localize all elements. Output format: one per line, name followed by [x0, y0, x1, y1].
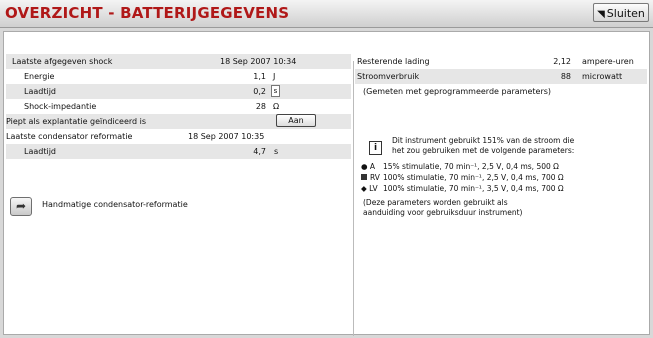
shock-impedance-value: 28: [255, 102, 266, 111]
last-reform-row: Laatste condensator reformatie 18 Sep 20…: [6, 129, 351, 144]
window-title: OVERZICHT - BATTERIJGEGEVENS: [5, 4, 290, 22]
close-button[interactable]: ◥ Sluiten: [593, 3, 649, 22]
param-rv-row: RV 100% stimulatie, 70 min⁻¹, 2,5 V, 0,4 …: [361, 173, 564, 183]
param-lv-text: 100% stimulatie, 70 min⁻¹, 3,5 V, 0,4 ms…: [383, 184, 564, 193]
charge-time-row: Laadtijd 0,2 s: [6, 84, 351, 99]
param-a-text: 15% stimulatie, 70 min⁻¹, 2,5 V, 0,4 ms,…: [383, 162, 559, 171]
current-drain-value: 88: [560, 72, 571, 81]
arrow-right-icon: ➦: [15, 199, 27, 213]
battery-overview-panel: Laatste afgegeven shock 18 Sep 2007 10:3…: [3, 31, 650, 336]
energy-label: Energie: [24, 72, 55, 81]
reform-charge-time-label: Laadtijd: [24, 147, 56, 156]
charge-time-value: 0,2: [253, 87, 266, 96]
reform-charge-time-value: 4,7: [253, 147, 266, 156]
measured-note-row: (Gemeten met geprogrammeerde parameters): [355, 84, 647, 99]
footnote-line-2: aanduiding voor gebruiksduur instrument): [363, 208, 523, 217]
current-drain-unit: microwatt: [582, 72, 623, 81]
square-marker-icon: [361, 174, 367, 180]
beep-row: Piept als explantatie geïndiceerd is Aan: [6, 114, 351, 129]
current-drain-label: Stroomverbruik: [357, 72, 420, 81]
last-reform-label: Laatste condensator reformatie: [6, 132, 133, 141]
energy-row: Energie 1,1 J: [6, 69, 351, 84]
measured-note: (Gemeten met geprogrammeerde parameters): [363, 87, 552, 96]
energy-unit: J: [273, 72, 276, 81]
info-line-1: Dit instrument gebruikt 151% van de stro…: [392, 136, 575, 145]
last-reform-value: 18 Sep 2007 10:35: [188, 132, 265, 141]
close-button-label: Sluiten: [606, 7, 645, 20]
info-icon: i: [369, 141, 382, 155]
shock-impedance-row: Shock-impedantie 28 Ω: [6, 99, 351, 114]
param-rv-text: 100% stimulatie, 70 min⁻¹, 2,5 V, 0,4 ms…: [383, 173, 564, 182]
column-divider: [353, 61, 354, 336]
shock-impedance-label: Shock-impedantie: [24, 102, 97, 111]
reform-charge-time-row: Laadtijd 4,7 s: [6, 144, 351, 159]
last-shock-value: 18 Sep 2007 10:34: [220, 57, 297, 66]
param-a-marker: ● A: [361, 162, 376, 171]
charge-time-unit: s: [271, 85, 280, 97]
remaining-charge-label: Resterende lading: [357, 57, 430, 66]
manual-reform-label: Handmatige condensator-reformatie: [42, 200, 188, 209]
beep-toggle-button[interactable]: Aan: [276, 114, 316, 127]
param-a-row: ● A 15% stimulatie, 70 min⁻¹, 2,5 V, 0,4 …: [361, 162, 559, 172]
beep-label: Piept als explantatie geïndiceerd is: [6, 117, 147, 126]
remaining-charge-unit: ampere-uren: [582, 57, 634, 66]
title-bar: OVERZICHT - BATTERIJGEGEVENS ◥ Sluiten: [0, 0, 653, 28]
param-lv-marker: ◆ LV: [361, 184, 378, 193]
last-shock-label: Laatste afgegeven shock: [12, 57, 113, 66]
param-rv-marker: RV: [370, 173, 380, 182]
remaining-charge-value: 2,12: [553, 57, 571, 66]
param-lv-row: ◆ LV 100% stimulatie, 70 min⁻¹, 3,5 V, 0,…: [361, 184, 564, 194]
info-line-2: het zou gebruiken met de volgende parame…: [392, 146, 575, 155]
reform-charge-time-unit: s: [274, 147, 279, 156]
energy-value: 1,1: [253, 72, 266, 81]
close-arrow-icon: ◥: [597, 9, 605, 20]
last-shock-row: Laatste afgegeven shock 18 Sep 2007 10:3…: [6, 54, 351, 69]
shock-impedance-unit: Ω: [273, 102, 280, 111]
manual-reform-button[interactable]: ➦: [10, 197, 32, 216]
charge-time-label: Laadtijd: [24, 87, 56, 96]
current-drain-row: Stroomverbruik 88 microwatt: [355, 69, 647, 84]
remaining-charge-row: Resterende lading 2,12 ampere-uren: [355, 54, 647, 69]
footnote-line-1: (Deze parameters worden gebruikt als: [363, 198, 508, 207]
